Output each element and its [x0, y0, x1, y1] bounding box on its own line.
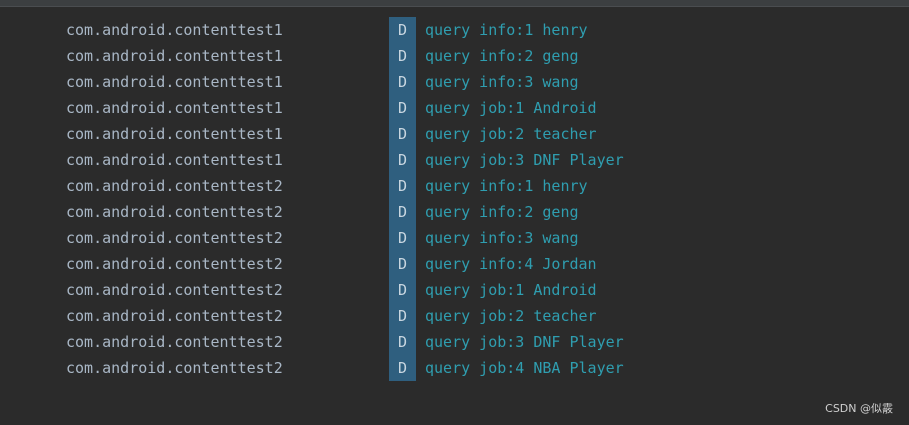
log-message: query info:2 geng	[425, 203, 579, 221]
log-level-badge: D	[389, 225, 416, 251]
log-level-badge: D	[389, 251, 416, 277]
log-message: query info:4 Jordan	[425, 255, 597, 273]
log-row[interactable]: com.android.contenttest2 D query job:1 A…	[0, 277, 909, 303]
log-package: com.android.contenttest2	[66, 307, 283, 325]
log-package: com.android.contenttest1	[66, 151, 283, 169]
log-row[interactable]: com.android.contenttest1 D query info:3 …	[0, 69, 909, 95]
log-row[interactable]: com.android.contenttest2 D query info:3 …	[0, 225, 909, 251]
log-row[interactable]: com.android.contenttest1 D query info:2 …	[0, 43, 909, 69]
log-row[interactable]: com.android.contenttest1 D query job:2 t…	[0, 121, 909, 147]
log-row[interactable]: com.android.contenttest2 D query job:4 N…	[0, 355, 909, 381]
log-row[interactable]: com.android.contenttest1 D query job:3 D…	[0, 147, 909, 173]
log-package: com.android.contenttest1	[66, 47, 283, 65]
log-message: query job:1 Android	[425, 281, 597, 299]
log-package: com.android.contenttest2	[66, 255, 283, 273]
log-package: com.android.contenttest1	[66, 21, 283, 39]
log-level-badge: D	[389, 329, 416, 355]
log-row[interactable]: com.android.contenttest2 D query job:3 D…	[0, 329, 909, 355]
log-level-badge: D	[389, 277, 416, 303]
log-message: query info:3 wang	[425, 73, 579, 91]
log-level-badge: D	[389, 147, 416, 173]
log-message: query info:3 wang	[425, 229, 579, 247]
top-panel-border	[0, 0, 909, 7]
log-package: com.android.contenttest1	[66, 99, 283, 117]
log-message: query info:1 henry	[425, 21, 588, 39]
log-row[interactable]: com.android.contenttest1 D query job:1 A…	[0, 95, 909, 121]
log-level-badge: D	[389, 173, 416, 199]
log-package: com.android.contenttest1	[66, 125, 283, 143]
log-message: query job:3 DNF Player	[425, 333, 624, 351]
log-message: query info:2 geng	[425, 47, 579, 65]
log-message: query job:1 Android	[425, 99, 597, 117]
log-row[interactable]: com.android.contenttest2 D query info:2 …	[0, 199, 909, 225]
log-package: com.android.contenttest2	[66, 229, 283, 247]
log-level-badge: D	[389, 43, 416, 69]
log-package: com.android.contenttest2	[66, 359, 283, 377]
log-level-badge: D	[389, 121, 416, 147]
log-row[interactable]: com.android.contenttest2 D query info:4 …	[0, 251, 909, 277]
log-row[interactable]: com.android.contenttest2 D query info:1 …	[0, 173, 909, 199]
log-level-badge: D	[389, 69, 416, 95]
log-level-badge: D	[389, 303, 416, 329]
log-message: query job:4 NBA Player	[425, 359, 624, 377]
logcat-list[interactable]: com.android.contenttest1 D query info:1 …	[0, 17, 909, 381]
log-package: com.android.contenttest2	[66, 203, 283, 221]
log-level-badge: D	[389, 355, 416, 381]
log-row[interactable]: com.android.contenttest1 D query info:1 …	[0, 17, 909, 43]
log-level-badge: D	[389, 199, 416, 225]
log-message: query job:2 teacher	[425, 307, 597, 325]
log-message: query job:2 teacher	[425, 125, 597, 143]
log-package: com.android.contenttest1	[66, 73, 283, 91]
watermark: CSDN @似霰	[825, 402, 893, 415]
log-level-badge: D	[389, 95, 416, 121]
log-package: com.android.contenttest2	[66, 177, 283, 195]
log-message: query info:1 henry	[425, 177, 588, 195]
log-level-badge: D	[389, 17, 416, 43]
log-package: com.android.contenttest2	[66, 333, 283, 351]
log-row[interactable]: com.android.contenttest2 D query job:2 t…	[0, 303, 909, 329]
log-package: com.android.contenttest2	[66, 281, 283, 299]
log-message: query job:3 DNF Player	[425, 151, 624, 169]
